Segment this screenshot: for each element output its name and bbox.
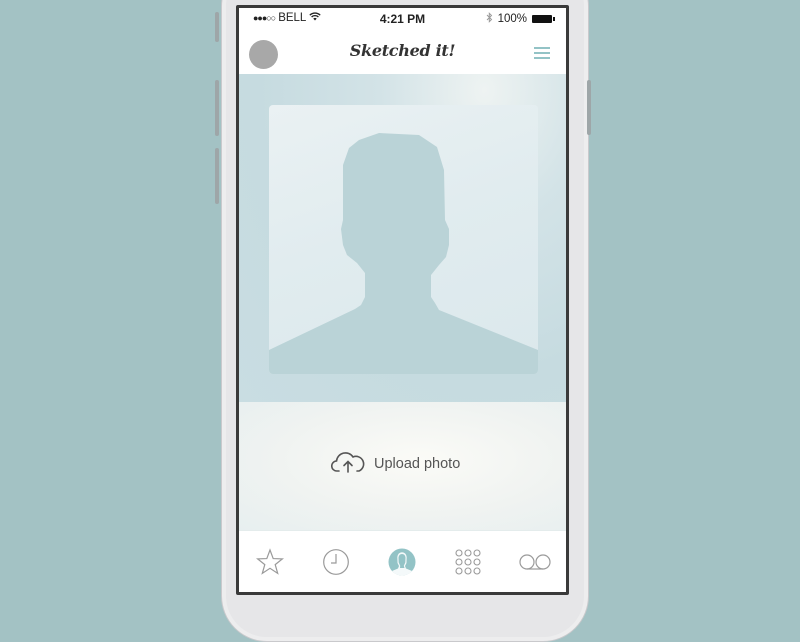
battery-icon (532, 15, 555, 23)
tab-contacts[interactable] (385, 545, 419, 579)
battery-percent: 100% (497, 13, 527, 25)
hamburger-menu-icon[interactable] (534, 47, 550, 59)
app-screen: ●●●○○ BELL 4:21 PM 100% Sketched it! Upl… (239, 8, 566, 592)
voicemail-icon (519, 554, 551, 570)
clock-icon (323, 549, 349, 575)
person-silhouette-icon (269, 133, 538, 374)
tab-voicemail[interactable] (517, 545, 553, 579)
keypad-icon (455, 549, 481, 575)
status-bar: ●●●○○ BELL 4:21 PM 100% (239, 8, 566, 30)
tab-recents[interactable] (319, 545, 353, 579)
volume-up-button (215, 80, 219, 136)
upload-photo-label: Upload photo (374, 456, 461, 472)
upload-photo-button[interactable]: Upload photo (330, 450, 461, 478)
upload-section: Upload photo (239, 402, 566, 530)
cloud-upload-icon (330, 450, 365, 478)
tab-keypad[interactable] (451, 545, 485, 579)
power-button (587, 80, 591, 135)
navigation-bar: Sketched it! (239, 32, 566, 74)
volume-down-button (215, 148, 219, 204)
profile-photo-area (239, 74, 566, 402)
contact-icon (388, 548, 416, 576)
mute-switch (215, 12, 219, 42)
tab-favorites[interactable] (253, 545, 287, 579)
profile-photo-placeholder[interactable] (269, 105, 538, 374)
tab-bar (239, 530, 566, 592)
star-icon (256, 548, 284, 575)
bluetooth-icon (486, 12, 493, 26)
app-title: Sketched it! (349, 41, 456, 60)
